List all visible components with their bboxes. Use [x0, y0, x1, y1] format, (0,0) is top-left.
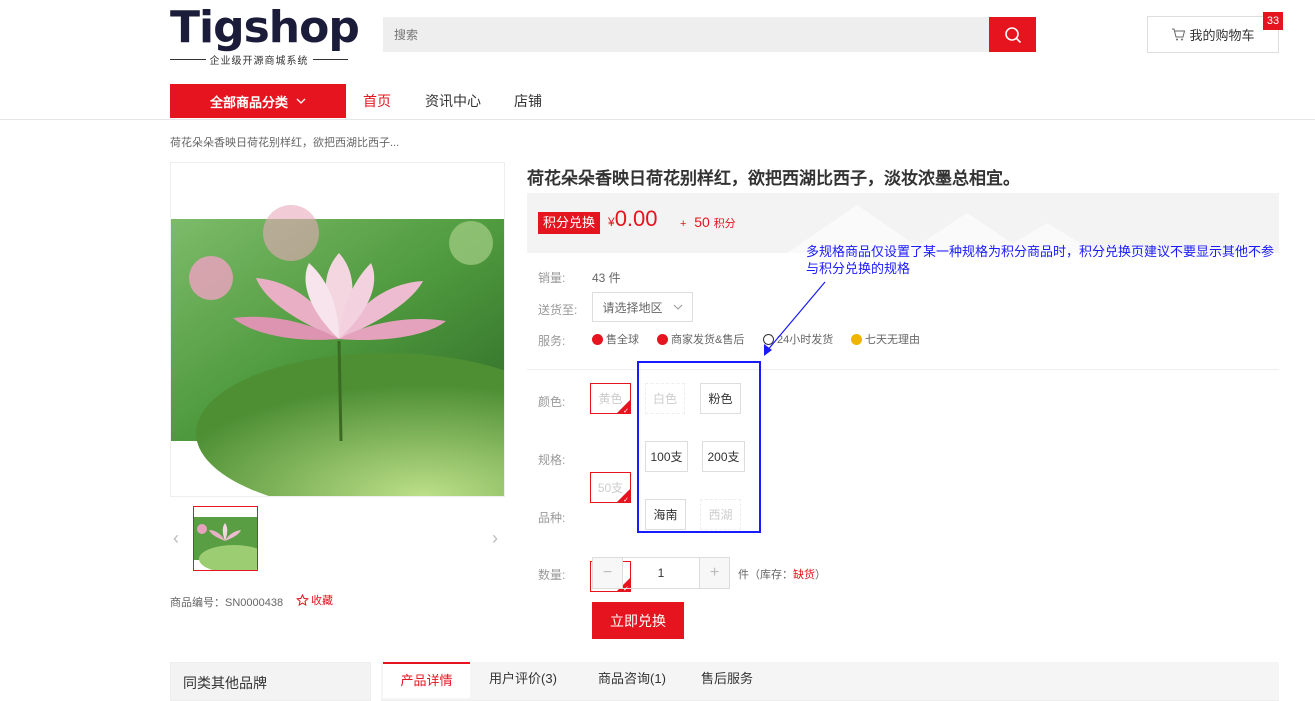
qty-unit: 件（库存： [738, 569, 793, 581]
service-7day: 七天无理由 [851, 331, 920, 347]
quantity-label: 数量: [538, 568, 566, 582]
nav-shops[interactable]: 店铺 [514, 84, 542, 118]
ship-to-label: 送货至: [538, 303, 578, 317]
gallery-prev-arrow[interactable]: ‹ [173, 528, 179, 549]
service-text: 七天无理由 [865, 334, 920, 346]
annotation-highlight-box [637, 361, 761, 533]
tab-after-sales[interactable]: 售后服务 [690, 662, 764, 698]
exchange-now-button[interactable]: 立即兑换 [592, 602, 684, 639]
region-select-value: 请选择地区 [602, 300, 663, 315]
sales-label: 销量: [538, 271, 566, 285]
favorite-button[interactable]: 收藏 [296, 592, 333, 608]
search-bar [383, 17, 1036, 52]
points-unit: 积分 [713, 218, 736, 230]
cart-count-badge: 33 [1263, 12, 1283, 30]
stock-status: 缺货 [793, 569, 815, 581]
spec-color-label: 颜色: [538, 395, 566, 409]
tab-product-details[interactable]: 产品详情 [383, 662, 470, 698]
spec-option-50[interactable]: 50支 [590, 472, 631, 504]
search-icon [1004, 26, 1021, 43]
cart-label: 我的购物车 [1189, 28, 1255, 43]
product-sku: 商品编号：SN0000438 [170, 597, 284, 609]
globe-icon [592, 333, 603, 345]
spec-option-yellow[interactable]: 黄色 [590, 383, 631, 415]
annotation-arrow [764, 281, 826, 356]
spec-size-label: 规格: [538, 453, 566, 467]
service-text: 售全球 [606, 334, 639, 346]
chevron-down-icon [296, 98, 306, 104]
quantity-stepper: − 1 + [592, 557, 730, 589]
service-text: 商家发货&售后 [671, 334, 745, 346]
star-icon [296, 593, 309, 606]
currency-symbol: ¥ [608, 215, 615, 229]
service-merchant: 商家发货&售后 [657, 331, 744, 347]
product-title: 荷花朵朵香映日荷花别样红，欲把西湖比西子，淡妆浓墨总相宜。 [527, 169, 1020, 188]
all-categories-label: 全部商品分类 [209, 94, 288, 110]
tab-inquiries[interactable]: 商品咨询(1) [586, 662, 678, 698]
quantity-decrease-button[interactable]: − [593, 558, 623, 588]
service-label: 服务: [538, 334, 566, 348]
logo[interactable]: Tigshop 企业级开源商城系统 [170, 2, 360, 67]
lotus-photo [171, 205, 504, 496]
region-select[interactable]: 请选择地区 [592, 292, 693, 322]
quantity-increase-button[interactable]: + [699, 558, 729, 588]
logo-slogan: 企业级开源商城系统 [209, 56, 309, 67]
annotation-note: 多规格商品仅设置了某一种规格为积分商品时，积分兑换页建议不要显示其他不参与积分兑… [806, 244, 1275, 276]
nav-divider [0, 119, 1315, 120]
nav-home[interactable]: 首页 [363, 84, 391, 118]
search-input[interactable] [384, 18, 984, 51]
service-global: 售全球 [592, 331, 639, 347]
stock-close: ） [815, 569, 826, 581]
nav-news[interactable]: 资讯中心 [425, 84, 481, 118]
favorite-label: 收藏 [311, 595, 333, 607]
quantity-input[interactable]: 1 [623, 558, 699, 588]
tab-reviews[interactable]: 用户评价(3) [478, 662, 568, 698]
spec-variety-label: 品种: [538, 511, 566, 525]
related-brands-title: 同类其他品牌 [170, 662, 371, 701]
sales-value: 43 件 [592, 271, 621, 285]
points-exchange-tag: 积分兑换 [538, 212, 601, 234]
merchant-icon [657, 333, 668, 345]
product-price: ¥0.00 [608, 206, 658, 232]
seven-day-icon [851, 333, 862, 345]
gallery-next-arrow[interactable]: › [492, 528, 498, 549]
thumbnail-image [194, 517, 257, 570]
plus-sign: + [680, 218, 687, 230]
product-main-image [170, 162, 505, 497]
points-value: 50 [694, 214, 710, 230]
logo-wordmark: Tigshop [170, 2, 360, 53]
cart-button[interactable]: 我的购物车 [1147, 16, 1279, 53]
search-button[interactable] [989, 17, 1036, 52]
all-categories-button[interactable]: 全部商品分类 [170, 84, 346, 118]
breadcrumb[interactable]: 荷花朵朵香映日荷花别样红，欲把西湖比西子... [170, 134, 399, 150]
stock-info: 件（库存：缺货） [738, 566, 826, 582]
cart-icon [1172, 28, 1186, 41]
product-thumbnail[interactable] [193, 506, 258, 571]
chevron-down-icon [673, 304, 682, 310]
price-value: 0.00 [614, 206, 658, 231]
points-price: + 50 积分 [680, 214, 736, 231]
